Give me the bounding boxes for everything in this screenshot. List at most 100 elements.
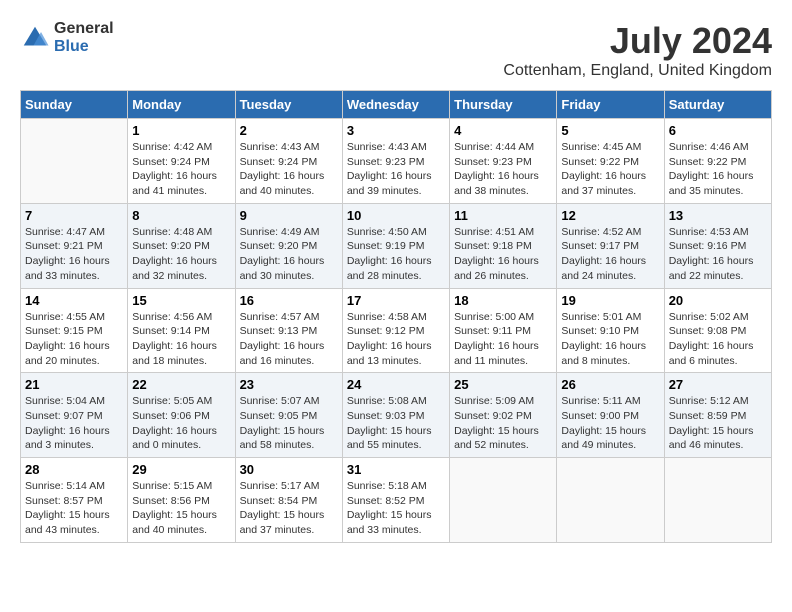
calendar-week-row: 1 Sunrise: 4:42 AM Sunset: 9:24 PM Daylig… <box>21 119 772 204</box>
weekday-header-saturday: Saturday <box>664 91 771 119</box>
day-info: Sunrise: 5:02 AM Sunset: 9:08 PM Dayligh… <box>669 310 767 369</box>
day-info: Sunrise: 5:15 AM Sunset: 8:56 PM Dayligh… <box>132 479 230 538</box>
day-info: Sunrise: 5:00 AM Sunset: 9:11 PM Dayligh… <box>454 310 552 369</box>
calendar-cell <box>664 458 771 543</box>
day-info: Sunrise: 4:42 AM Sunset: 9:24 PM Dayligh… <box>132 140 230 199</box>
calendar-cell: 4Sunrise: 4:44 AM Sunset: 9:23 PM Daylig… <box>450 119 557 204</box>
day-info: Sunrise: 5:09 AM Sunset: 9:02 PM Dayligh… <box>454 394 552 453</box>
day-number: 23 <box>240 377 338 392</box>
day-info: Sunrise: 5:05 AM Sunset: 9:06 PM Dayligh… <box>132 394 230 453</box>
day-number: 28 <box>25 462 123 477</box>
calendar-cell: 28 Sunrise: 5:14 AM Sunset: 8:57 PM Dayli… <box>21 458 128 543</box>
calendar-cell: 20 Sunrise: 5:02 AM Sunset: 9:08 PM Dayli… <box>664 288 771 373</box>
weekday-header-friday: Friday <box>557 91 664 119</box>
calendar-cell: 11 Sunrise: 4:51 AM Sunset: 9:18 PM Dayli… <box>450 203 557 288</box>
calendar-cell: 6 Sunrise: 4:46 AM Sunset: 9:22 PM Daylig… <box>664 119 771 204</box>
calendar-cell: 26Sunrise: 5:11 AM Sunset: 9:00 PM Dayli… <box>557 373 664 458</box>
calendar-cell: 31Sunrise: 5:18 AM Sunset: 8:52 PM Dayli… <box>342 458 449 543</box>
day-info: Sunrise: 4:49 AM Sunset: 9:20 PM Dayligh… <box>240 225 338 284</box>
day-number: 11 <box>454 208 552 223</box>
day-info: Sunrise: 4:55 AM Sunset: 9:15 PM Dayligh… <box>25 310 123 369</box>
calendar-cell: 30Sunrise: 5:17 AM Sunset: 8:54 PM Dayli… <box>235 458 342 543</box>
calendar-cell: 13 Sunrise: 4:53 AM Sunset: 9:16 PM Dayli… <box>664 203 771 288</box>
calendar-cell: 3 Sunrise: 4:43 AM Sunset: 9:23 PM Daylig… <box>342 119 449 204</box>
day-number: 1 <box>132 123 230 138</box>
weekday-header-tuesday: Tuesday <box>235 91 342 119</box>
calendar-cell: 1 Sunrise: 4:42 AM Sunset: 9:24 PM Daylig… <box>128 119 235 204</box>
day-number: 18 <box>454 293 552 308</box>
calendar-cell: 27 Sunrise: 5:12 AM Sunset: 8:59 PM Dayli… <box>664 373 771 458</box>
day-number: 26 <box>561 377 659 392</box>
calendar-cell: 8Sunrise: 4:48 AM Sunset: 9:20 PM Daylig… <box>128 203 235 288</box>
day-info: Sunrise: 5:17 AM Sunset: 8:54 PM Dayligh… <box>240 479 338 538</box>
day-number: 21 <box>25 377 123 392</box>
logo-blue: Blue <box>54 38 114 56</box>
calendar-cell: 23 Sunrise: 5:07 AM Sunset: 9:05 PM Dayli… <box>235 373 342 458</box>
weekday-header-thursday: Thursday <box>450 91 557 119</box>
weekday-header-wednesday: Wednesday <box>342 91 449 119</box>
day-number: 27 <box>669 377 767 392</box>
day-info: Sunrise: 4:56 AM Sunset: 9:14 PM Dayligh… <box>132 310 230 369</box>
calendar-cell: 19 Sunrise: 5:01 AM Sunset: 9:10 PM Dayli… <box>557 288 664 373</box>
calendar-cell <box>557 458 664 543</box>
day-info: Sunrise: 5:08 AM Sunset: 9:03 PM Dayligh… <box>347 394 445 453</box>
day-info: Sunrise: 5:18 AM Sunset: 8:52 PM Dayligh… <box>347 479 445 538</box>
day-number: 29 <box>132 462 230 477</box>
day-number: 15 <box>132 293 230 308</box>
calendar-cell: 9 Sunrise: 4:49 AM Sunset: 9:20 PM Daylig… <box>235 203 342 288</box>
calendar-week-row: 7 Sunrise: 4:47 AM Sunset: 9:21 PM Daylig… <box>21 203 772 288</box>
day-number: 24 <box>347 377 445 392</box>
day-number: 19 <box>561 293 659 308</box>
day-info: Sunrise: 4:47 AM Sunset: 9:21 PM Dayligh… <box>25 225 123 284</box>
location: Cottenham, England, United Kingdom <box>503 62 772 80</box>
day-info: Sunrise: 5:07 AM Sunset: 9:05 PM Dayligh… <box>240 394 338 453</box>
calendar-cell: 22 Sunrise: 5:05 AM Sunset: 9:06 PM Dayli… <box>128 373 235 458</box>
day-info: Sunrise: 5:12 AM Sunset: 8:59 PM Dayligh… <box>669 394 767 453</box>
day-number: 12 <box>561 208 659 223</box>
calendar-cell: 25Sunrise: 5:09 AM Sunset: 9:02 PM Dayli… <box>450 373 557 458</box>
day-info: Sunrise: 4:48 AM Sunset: 9:20 PM Dayligh… <box>132 225 230 284</box>
calendar-cell <box>21 119 128 204</box>
day-number: 16 <box>240 293 338 308</box>
day-info: Sunrise: 4:53 AM Sunset: 9:16 PM Dayligh… <box>669 225 767 284</box>
day-number: 6 <box>669 123 767 138</box>
day-number: 9 <box>240 208 338 223</box>
day-info: Sunrise: 4:43 AM Sunset: 9:23 PM Dayligh… <box>347 140 445 199</box>
calendar-cell: 2 Sunrise: 4:43 AM Sunset: 9:24 PM Daylig… <box>235 119 342 204</box>
calendar-cell: 14 Sunrise: 4:55 AM Sunset: 9:15 PM Dayli… <box>21 288 128 373</box>
day-info: Sunrise: 4:46 AM Sunset: 9:22 PM Dayligh… <box>669 140 767 199</box>
day-info: Sunrise: 4:45 AM Sunset: 9:22 PM Dayligh… <box>561 140 659 199</box>
day-info: Sunrise: 5:01 AM Sunset: 9:10 PM Dayligh… <box>561 310 659 369</box>
day-number: 5 <box>561 123 659 138</box>
calendar-week-row: 28 Sunrise: 5:14 AM Sunset: 8:57 PM Dayli… <box>21 458 772 543</box>
day-number: 20 <box>669 293 767 308</box>
logo-general: General <box>54 20 114 38</box>
calendar-cell: 7 Sunrise: 4:47 AM Sunset: 9:21 PM Daylig… <box>21 203 128 288</box>
day-info: Sunrise: 4:57 AM Sunset: 9:13 PM Dayligh… <box>240 310 338 369</box>
day-number: 7 <box>25 208 123 223</box>
day-number: 4 <box>454 123 552 138</box>
day-info: Sunrise: 4:51 AM Sunset: 9:18 PM Dayligh… <box>454 225 552 284</box>
day-info: Sunrise: 5:14 AM Sunset: 8:57 PM Dayligh… <box>25 479 123 538</box>
calendar-cell: 29 Sunrise: 5:15 AM Sunset: 8:56 PM Dayli… <box>128 458 235 543</box>
calendar-cell: 21Sunrise: 5:04 AM Sunset: 9:07 PM Dayli… <box>21 373 128 458</box>
day-number: 17 <box>347 293 445 308</box>
calendar-cell: 16 Sunrise: 4:57 AM Sunset: 9:13 PM Dayli… <box>235 288 342 373</box>
logo-icon <box>20 23 50 53</box>
calendar-cell: 17 Sunrise: 4:58 AM Sunset: 9:12 PM Dayli… <box>342 288 449 373</box>
day-number: 14 <box>25 293 123 308</box>
day-info: Sunrise: 4:58 AM Sunset: 9:12 PM Dayligh… <box>347 310 445 369</box>
day-number: 13 <box>669 208 767 223</box>
month-year: July 2024 <box>503 20 772 62</box>
weekday-header-row: SundayMondayTuesdayWednesdayThursdayFrid… <box>21 91 772 119</box>
calendar-cell: 5 Sunrise: 4:45 AM Sunset: 9:22 PM Daylig… <box>557 119 664 204</box>
day-number: 3 <box>347 123 445 138</box>
calendar-table: SundayMondayTuesdayWednesdayThursdayFrid… <box>20 90 772 543</box>
day-number: 22 <box>132 377 230 392</box>
calendar-cell: 24 Sunrise: 5:08 AM Sunset: 9:03 PM Dayli… <box>342 373 449 458</box>
day-number: 2 <box>240 123 338 138</box>
day-info: Sunrise: 4:43 AM Sunset: 9:24 PM Dayligh… <box>240 140 338 199</box>
calendar-cell: 15 Sunrise: 4:56 AM Sunset: 9:14 PM Dayli… <box>128 288 235 373</box>
logo: General Blue <box>20 20 114 55</box>
page-header: General Blue July 2024 Cottenham, Englan… <box>20 20 772 80</box>
